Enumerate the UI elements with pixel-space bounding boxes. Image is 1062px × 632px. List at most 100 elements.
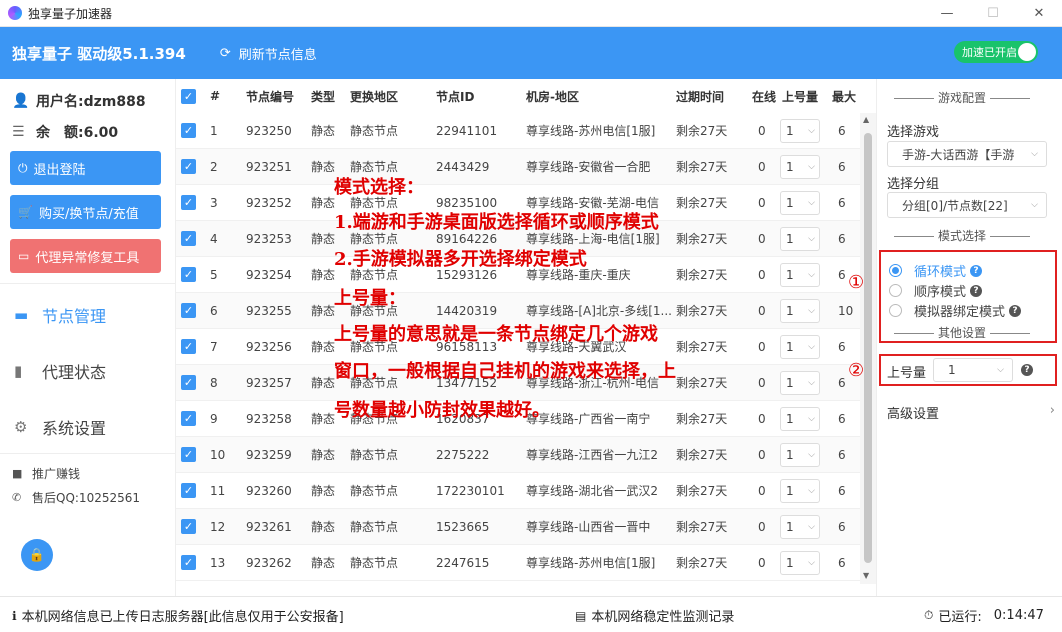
acceleration-label: 加速已开启: [962, 46, 1017, 59]
chevron-right-icon: ›: [1049, 403, 1055, 418]
balance-text: 余 额:6.00: [36, 125, 119, 141]
row-quantity-select[interactable]: 1 ⌵: [780, 370, 820, 395]
coins-icon: ☰: [12, 124, 25, 140]
sidebar: 👤 用户名:dzm888 ☰ 余 额:6.00 ⏻ 退出登陆 🛒 购买/换节点/…: [0, 79, 176, 596]
annotation-line: 号数量越小防封效果越好。: [334, 400, 550, 421]
row-max: 6: [838, 555, 846, 570]
row-quantity-select[interactable]: 1 ⌵: [780, 550, 820, 575]
row-type: 静态: [311, 520, 336, 534]
row-checkbox[interactable]: ✓: [181, 375, 196, 390]
acceleration-toggle[interactable]: 加速已开启: [954, 41, 1038, 63]
game-select[interactable]: 手游-大话西游【手游 ⌵: [887, 141, 1047, 167]
close-button[interactable]: ✕: [1016, 0, 1062, 27]
row-node-id: 2443429: [436, 159, 490, 174]
repair-icon: ▭: [18, 249, 30, 263]
row-online: 0: [758, 231, 766, 246]
row-room: 尊享线路-苏州电信[1服]: [526, 124, 656, 138]
lock-button[interactable]: 🔒: [21, 539, 53, 571]
minimize-button[interactable]: —: [924, 0, 970, 27]
row-online: 0: [758, 267, 766, 282]
logout-button[interactable]: ⏻ 退出登陆: [10, 151, 161, 185]
info-icon: ℹ: [12, 608, 17, 623]
nav-label: 代理状态: [42, 363, 107, 382]
row-checkbox[interactable]: ✓: [181, 195, 196, 210]
group-select[interactable]: 分组[0]/节点数[22] ⌵: [887, 192, 1047, 218]
promote-label: 推广赚钱: [32, 467, 81, 481]
nav-node-management[interactable]: ▬ 节点管理: [14, 303, 106, 327]
scroll-up-icon[interactable]: ▲: [863, 115, 869, 124]
row-checkbox[interactable]: ✓: [181, 303, 196, 318]
row-quantity-value: 1: [786, 159, 794, 174]
choose-group-label: 选择分组: [887, 177, 940, 192]
monitor-icon: ▬: [14, 306, 29, 324]
row-online: 0: [758, 375, 766, 390]
annotation-line: 1.端游和手游桌面版选择循环或顺序模式: [334, 212, 659, 233]
row-checkbox[interactable]: ✓: [181, 519, 196, 534]
chevron-down-icon: ⌵: [1031, 149, 1038, 159]
row-quantity-value: 1: [786, 447, 794, 462]
row-quantity-select[interactable]: 1 ⌵: [780, 406, 820, 431]
row-type: 静态: [311, 484, 336, 498]
row-checkbox[interactable]: ✓: [181, 231, 196, 246]
annotation-mark-2: ②: [848, 360, 865, 381]
row-checkbox[interactable]: ✓: [181, 123, 196, 138]
select-all-checkbox[interactable]: ✓: [181, 89, 196, 104]
chevron-down-icon: ⌵: [808, 161, 815, 172]
row-quantity-select[interactable]: 1 ⌵: [780, 154, 820, 179]
promote-link[interactable]: ■ 推广赚钱: [12, 465, 80, 482]
row-checkbox[interactable]: ✓: [181, 411, 196, 426]
row-node-number: 923257: [246, 375, 292, 390]
row-quantity-select[interactable]: 1 ⌵: [780, 226, 820, 251]
table-row[interactable]: ✓ 1 923250 静态 静态节点 22941101 尊享线路-苏州电信[1服] 剩余27天…: [176, 113, 860, 149]
row-quantity-select[interactable]: 1 ⌵: [780, 514, 820, 539]
row-online: 0: [758, 555, 766, 570]
row-quantity-select[interactable]: 1 ⌵: [780, 478, 820, 503]
row-quantity-value: 1: [786, 339, 794, 354]
stability-log-link[interactable]: ▤ 本机网络稳定性监测记录: [575, 606, 734, 626]
row-quantity-value: 1: [786, 483, 794, 498]
chevron-down-icon: ⌵: [808, 377, 815, 388]
table-row[interactable]: ✓ 10 923259 静态 静态节点 2275222 尊享线路-江西省一九江2 剩余27天 0…: [176, 437, 860, 473]
row-quantity-select[interactable]: 1 ⌵: [780, 334, 820, 359]
row-checkbox[interactable]: ✓: [181, 339, 196, 354]
row-quantity-value: 1: [786, 231, 794, 246]
row-node-id: 14420319: [436, 303, 498, 318]
runtime-value: 0:14:47: [993, 608, 1044, 623]
row-checkbox[interactable]: ✓: [181, 159, 196, 174]
support-qq: ✆ 售后QQ:10252561: [12, 489, 140, 506]
row-quantity-select[interactable]: 1 ⌵: [780, 262, 820, 287]
table-row[interactable]: ✓ 11 923260 静态 静态节点 172230101 尊享线路-湖北省一武汉2 剩余27…: [176, 473, 860, 509]
maximize-button[interactable]: ☐: [970, 0, 1016, 27]
table-row[interactable]: ✓ 2 923251 静态 静态节点 2443429 尊享线路-安徽省一合肥 剩余27天 0 6 1…: [176, 149, 860, 185]
chevron-down-icon: ⌵: [808, 233, 815, 244]
row-quantity-select[interactable]: 1 ⌵: [780, 118, 820, 143]
row-checkbox[interactable]: ✓: [181, 483, 196, 498]
game-config-label: 游戏配置: [937, 91, 986, 105]
row-expiry: 剩余27天: [676, 412, 728, 426]
row-max: 6: [838, 195, 846, 210]
table-row[interactable]: ✓ 12 923261 静态 静态节点 1523665 尊享线路-山西省一晋中 剩余27天 0 6…: [176, 509, 860, 545]
row-node-number: 923251: [246, 159, 292, 174]
advanced-settings-row[interactable]: 高级设置 ›: [887, 403, 1055, 422]
scroll-thumb[interactable]: [864, 133, 872, 563]
refresh-nodes-button[interactable]: ⟳ 刷新节点信息: [220, 44, 317, 63]
table-row[interactable]: ✓ 13 923262 静态 静态节点 2247615 尊享线路-苏州电信[1服] 剩余27天…: [176, 545, 860, 581]
col-room: 机房-地区: [526, 89, 579, 104]
row-checkbox[interactable]: ✓: [181, 555, 196, 570]
chevron-down-icon: ⌵: [808, 197, 815, 208]
proxy-repair-button[interactable]: ▭ 代理异常修复工具: [10, 239, 161, 273]
row-expiry: 剩余27天: [676, 268, 728, 282]
row-checkbox[interactable]: ✓: [181, 447, 196, 462]
row-quantity-select[interactable]: 1 ⌵: [780, 298, 820, 323]
row-quantity-select[interactable]: 1 ⌵: [780, 442, 820, 467]
buy-button[interactable]: 🛒 购买/换节点/充值: [10, 195, 161, 229]
col-expiry: 过期时间: [676, 89, 725, 104]
row-checkbox[interactable]: ✓: [181, 267, 196, 282]
table-scrollbar[interactable]: ▲ ▼: [860, 113, 876, 584]
quantity-highlight-box: [879, 354, 1057, 386]
nav-proxy-status[interactable]: ▮ 代理状态: [14, 359, 106, 383]
scroll-down-icon[interactable]: ▼: [863, 571, 869, 580]
game-config-title: 游戏配置: [887, 89, 1037, 106]
nav-system-settings[interactable]: ⚙ 系统设置: [14, 415, 106, 439]
row-quantity-select[interactable]: 1 ⌵: [780, 190, 820, 215]
